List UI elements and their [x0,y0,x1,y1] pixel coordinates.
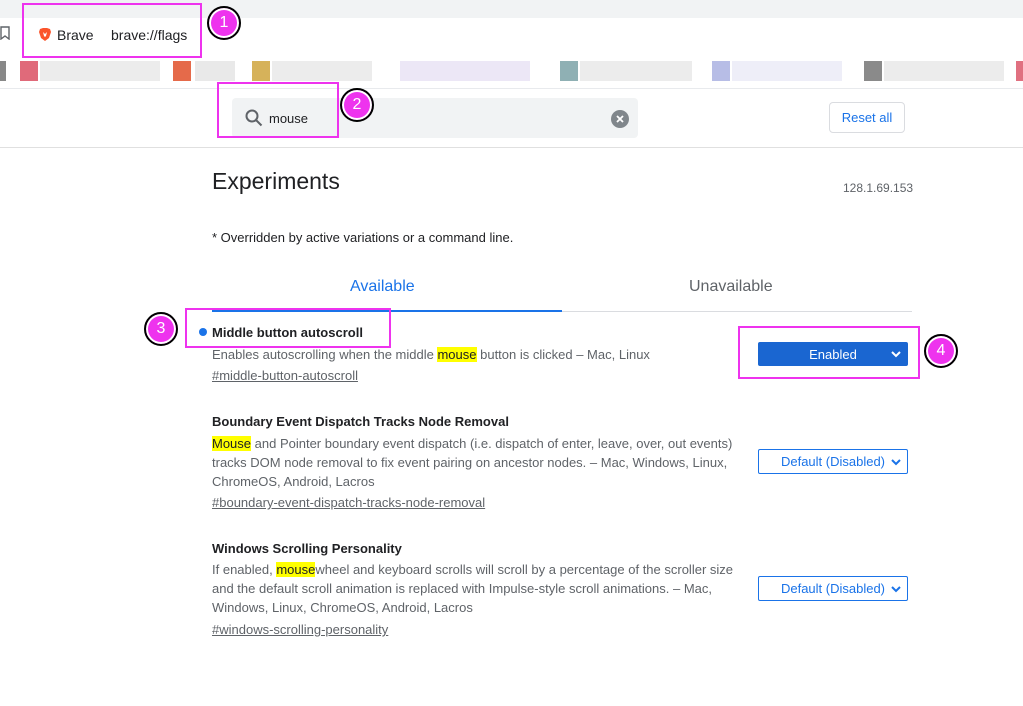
desc-text: button is clicked – Mac, Linux [476,347,650,362]
page-title: Experiments [212,168,340,194]
annotation-box-3 [185,308,391,348]
annotation-box-2 [217,82,339,138]
bookmark-item[interactable] [712,61,730,81]
version-label: 128.1.69.153 [843,181,914,195]
bookmark-item[interactable] [884,61,1004,81]
annotation-badge-3: 3 [144,312,178,346]
desc-text: and Pointer boundary event dispatch (i.e… [212,436,733,489]
experiment-link[interactable]: #windows-scrolling-personality [212,622,388,637]
bookmark-item[interactable] [195,61,235,81]
bookmark-item[interactable] [272,61,372,81]
search-highlight: Mouse [212,436,252,451]
annotation-box-1 [22,3,202,58]
search-highlight: mouse [437,347,477,362]
reset-all-button[interactable]: Reset all [829,102,905,133]
experiment-title: Windows Scrolling Personality [212,541,402,556]
bookmark-item[interactable] [560,61,578,81]
bookmark-item[interactable] [864,61,882,81]
annotation-badge-2: 2 [340,88,374,122]
bookmark-item[interactable] [252,61,270,81]
bookmark-item[interactable] [1016,61,1023,81]
search-highlight: mouse [276,562,316,577]
bookmark-item[interactable] [0,61,6,81]
experiment-description: If enabled, mousewheel and keyboard scro… [212,560,752,617]
override-note: * Overridden by active variations or a c… [212,230,514,245]
desc-text: If enabled, [212,562,277,577]
bookmark-icon[interactable] [0,26,10,40]
annotation-box-4 [738,326,920,379]
annotation-badge-4: 4 [924,334,958,368]
experiment-link[interactable]: #boundary-event-dispatch-tracks-node-rem… [212,495,485,510]
bookmark-item[interactable] [20,61,38,81]
experiment-state-select[interactable]: Default (Disabled) [758,576,908,601]
tab-unavailable[interactable]: Unavailable [689,278,773,296]
select-value: Default (Disabled) [780,581,886,596]
select-value: Default (Disabled) [780,454,886,469]
bookmark-item[interactable] [400,61,530,81]
bookmark-item[interactable] [173,61,191,81]
experiment-title: Boundary Event Dispatch Tracks Node Remo… [212,414,509,429]
experiment-link[interactable]: #middle-button-autoscroll [212,368,358,383]
bookmark-item[interactable] [40,61,160,81]
bookmark-item[interactable] [732,61,842,81]
experiment-description: Mouse and Pointer boundary event dispatc… [212,434,752,491]
annotation-badge-1: 1 [207,6,241,40]
chevron-down-icon [891,458,901,465]
experiment-state-select[interactable]: Default (Disabled) [758,449,908,474]
clear-icon[interactable] [611,110,629,128]
header-divider [0,147,1023,148]
tab-available[interactable]: Available [350,278,415,296]
desc-text: Enables autoscrolling when the middle [212,347,438,362]
chevron-down-icon [891,585,901,592]
bookmarks-bar [0,54,1023,89]
bookmark-item[interactable] [580,61,692,81]
